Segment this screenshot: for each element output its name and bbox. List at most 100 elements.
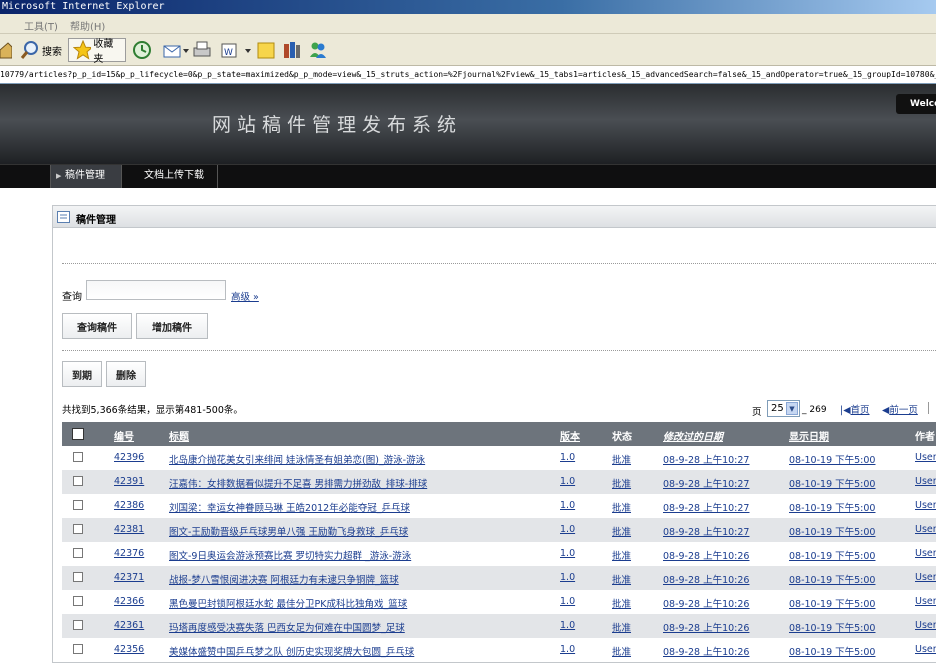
row-title-link[interactable]: 汪嘉伟：女排数据看似提升不足喜 男排需力拼劲敌_排球-排球	[169, 476, 427, 490]
row-status-link[interactable]: 批准	[612, 524, 631, 538]
favorites-button[interactable]: 收藏夹	[68, 38, 126, 65]
column-header-title[interactable]: 标题	[169, 428, 189, 443]
row-display-link[interactable]: 08-10-19 下午5:00	[789, 452, 875, 466]
print-button[interactable]	[192, 38, 212, 62]
edit-button[interactable]: W	[220, 38, 252, 62]
page-select[interactable]: 25 ▼	[767, 400, 800, 417]
row-display-link[interactable]: 08-10-19 下午5:00	[789, 548, 875, 562]
row-version-link[interactable]: 1.0	[560, 596, 575, 607]
mail-button[interactable]	[162, 38, 190, 62]
row-checkbox[interactable]	[73, 548, 83, 558]
row-author-link[interactable]: User	[915, 500, 936, 511]
row-modified-link[interactable]: 08-9-28 上午10:27	[663, 500, 749, 514]
row-id-link[interactable]: 42366	[114, 596, 144, 607]
row-id-link[interactable]: 42361	[114, 620, 144, 631]
row-author-link[interactable]: User	[915, 476, 936, 487]
row-display-link[interactable]: 08-10-19 下午5:00	[789, 596, 875, 610]
row-author-link[interactable]: User	[915, 620, 936, 631]
row-title-link[interactable]: 战报-梦八雪恨阅进决赛 阿根廷力有未逮只争铜牌_篮球	[169, 572, 399, 586]
row-checkbox[interactable]	[73, 644, 83, 654]
row-modified-link[interactable]: 08-9-28 上午10:26	[663, 644, 749, 658]
search-articles-button[interactable]: 查询稿件	[62, 313, 132, 339]
row-title-link[interactable]: 北岛康介抛花美女引来绯闻 娃泳情圣有姐弟恋(图)_游泳-游泳	[169, 452, 425, 466]
row-author-link[interactable]: User	[915, 524, 936, 535]
row-version-link[interactable]: 1.0	[560, 500, 575, 511]
expire-button[interactable]: 到期	[62, 361, 102, 387]
delete-button[interactable]: 删除	[106, 361, 146, 387]
row-title-link[interactable]: 刘国梁：幸运女神眷顾马琳 王皓2012年必能夺冠_乒乓球	[169, 500, 410, 514]
row-modified-link[interactable]: 08-9-28 上午10:26	[663, 572, 749, 586]
address-bar[interactable]: 10779/articles?p_p_id=15&p_p_lifecycle=0…	[0, 66, 936, 84]
row-id-link[interactable]: 42381	[114, 524, 144, 535]
row-author-link[interactable]: User	[915, 572, 936, 583]
row-version-link[interactable]: 1.0	[560, 548, 575, 559]
row-status-link[interactable]: 批准	[612, 452, 631, 466]
row-status-link[interactable]: 批准	[612, 476, 631, 490]
nav-tab-article-management[interactable]: ▶ 稿件管理	[50, 165, 122, 188]
search-input[interactable]	[86, 280, 226, 300]
row-status-link[interactable]: 批准	[612, 620, 631, 634]
column-header-display-date[interactable]: 显示日期	[789, 428, 829, 443]
row-title-link[interactable]: 黑色曼巴封锁阿根廷水蛇 最佳分卫PK成科比独角戏_篮球	[169, 596, 407, 610]
welcome-tab[interactable]: Welco	[896, 94, 936, 114]
row-modified-link[interactable]: 08-9-28 上午10:27	[663, 524, 749, 538]
menu-help[interactable]: 帮助(H)	[70, 18, 105, 33]
first-page-link[interactable]: |◀首页	[840, 402, 870, 416]
row-display-link[interactable]: 08-10-19 下午5:00	[789, 500, 875, 514]
home-button[interactable]	[0, 38, 12, 62]
row-checkbox[interactable]	[73, 620, 83, 630]
row-display-link[interactable]: 08-10-19 下午5:00	[789, 620, 875, 634]
column-header-modified-date[interactable]: 修改过的日期	[663, 428, 723, 443]
row-checkbox[interactable]	[73, 476, 83, 486]
row-modified-link[interactable]: 08-9-28 上午10:26	[663, 620, 749, 634]
row-modified-link[interactable]: 08-9-28 上午10:26	[663, 596, 749, 610]
row-id-link[interactable]: 42376	[114, 548, 144, 559]
select-all-checkbox[interactable]	[72, 428, 84, 440]
row-status-link[interactable]: 批准	[612, 596, 631, 610]
row-modified-link[interactable]: 08-9-28 上午10:27	[663, 452, 749, 466]
row-status-link[interactable]: 批准	[612, 644, 631, 658]
row-author-link[interactable]: User	[915, 452, 936, 463]
notes-button[interactable]	[256, 38, 276, 62]
row-checkbox[interactable]	[73, 524, 83, 534]
row-author-link[interactable]: User	[915, 644, 936, 655]
row-status-link[interactable]: 批准	[612, 500, 631, 514]
row-display-link[interactable]: 08-10-19 下午5:00	[789, 644, 875, 658]
search-button[interactable]: 搜索	[20, 38, 62, 62]
row-version-link[interactable]: 1.0	[560, 476, 575, 487]
row-title-link[interactable]: 图文-王励勤晋级乒乓球男单八强 王励勤飞身救球_乒乓球	[169, 524, 408, 538]
row-modified-link[interactable]: 08-9-28 上午10:27	[663, 476, 749, 490]
row-title-link[interactable]: 玛塔再度感受决赛失落 巴西女足为何难在中国圆梦_足球	[169, 620, 405, 634]
row-id-link[interactable]: 42396	[114, 452, 144, 463]
row-id-link[interactable]: 42391	[114, 476, 144, 487]
row-id-link[interactable]: 42371	[114, 572, 144, 583]
row-title-link[interactable]: 图文-9日奥运会游泳预赛比赛 罗切特实力超群 _游泳-游泳	[169, 548, 411, 562]
row-checkbox[interactable]	[73, 572, 83, 582]
row-display-link[interactable]: 08-10-19 下午5:00	[789, 572, 875, 586]
row-checkbox[interactable]	[73, 596, 83, 606]
row-author-link[interactable]: User	[915, 548, 936, 559]
row-version-link[interactable]: 1.0	[560, 620, 575, 631]
row-modified-link[interactable]: 08-9-28 上午10:26	[663, 548, 749, 562]
row-checkbox[interactable]	[73, 500, 83, 510]
row-id-link[interactable]: 42356	[114, 644, 144, 655]
column-header-version[interactable]: 版本	[560, 428, 580, 443]
advanced-search-link[interactable]: 高级 »	[231, 289, 259, 303]
row-version-link[interactable]: 1.0	[560, 644, 575, 655]
row-title-link[interactable]: 美媒体盛赞中国乒乓梦之队 创历史实现奖牌大包圆_乒乓球	[169, 644, 414, 658]
column-header-id[interactable]: 编号	[114, 428, 134, 443]
previous-page-link[interactable]: ◀前一页	[882, 402, 918, 416]
history-button[interactable]	[132, 38, 152, 62]
nav-tab-document-transfer[interactable]: 文档上传下载	[130, 165, 218, 188]
menu-tools[interactable]: 工具(T)	[24, 18, 58, 33]
row-id-link[interactable]: 42386	[114, 500, 144, 511]
research-button[interactable]	[282, 38, 302, 62]
row-checkbox[interactable]	[73, 452, 83, 462]
messenger-button[interactable]	[308, 38, 328, 62]
row-version-link[interactable]: 1.0	[560, 524, 575, 535]
row-status-link[interactable]: 批准	[612, 572, 631, 586]
row-status-link[interactable]: 批准	[612, 548, 631, 562]
row-author-link[interactable]: User	[915, 596, 936, 607]
row-version-link[interactable]: 1.0	[560, 452, 575, 463]
row-display-link[interactable]: 08-10-19 下午5:00	[789, 476, 875, 490]
